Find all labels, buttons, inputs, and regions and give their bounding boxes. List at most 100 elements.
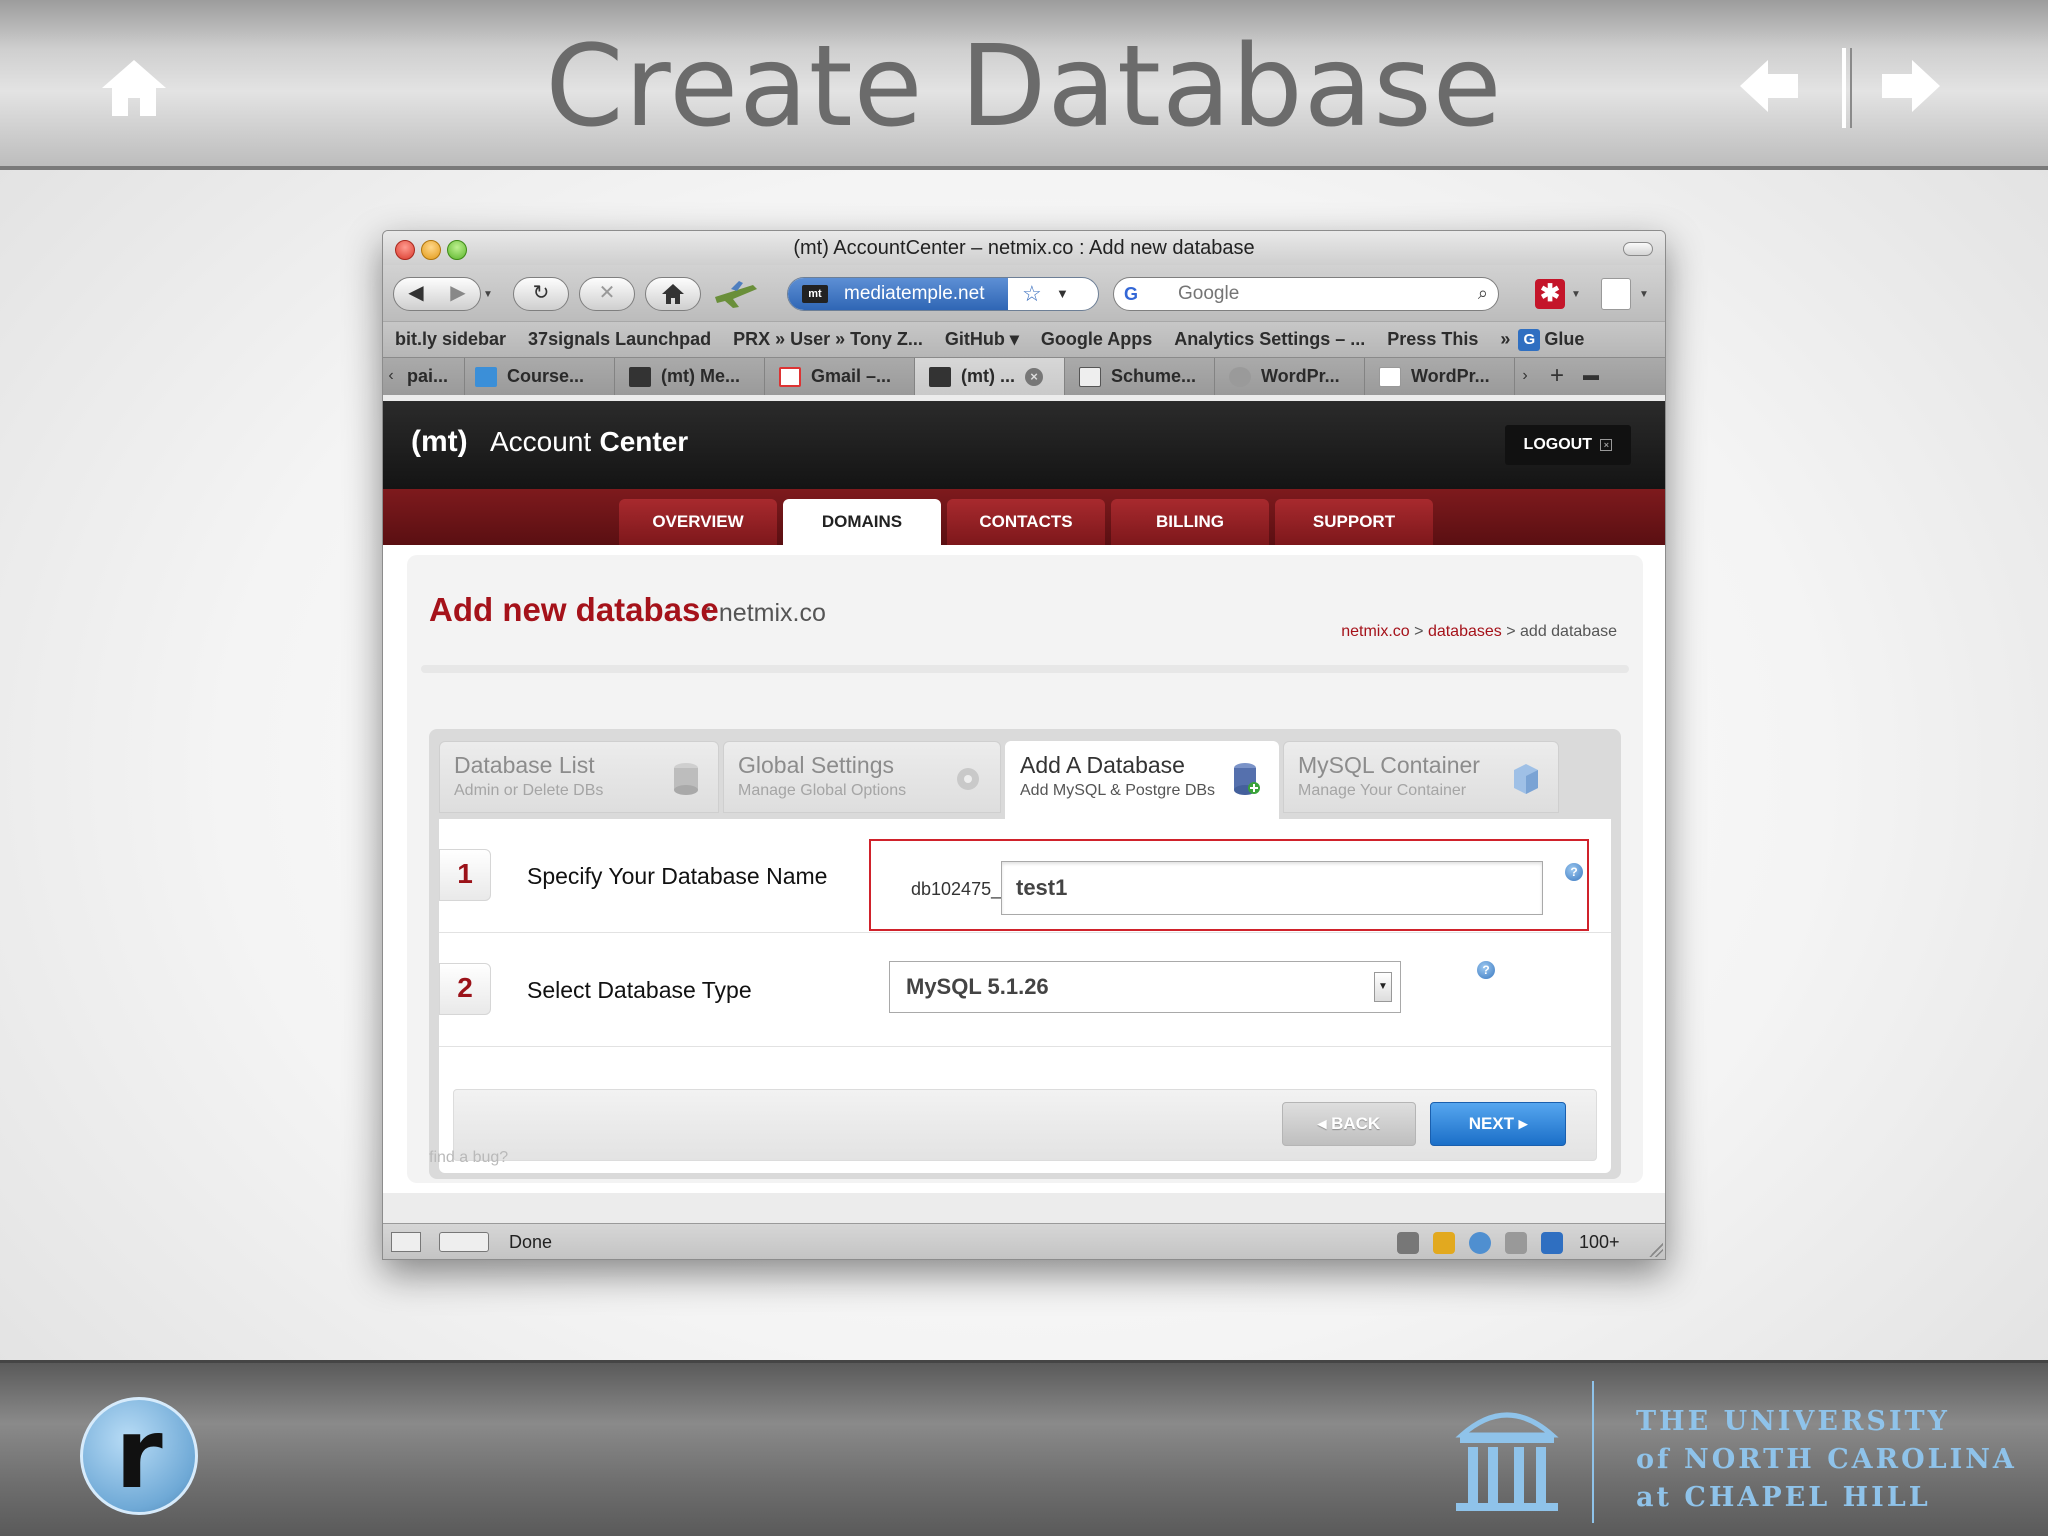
bookmark-item[interactable]: bit.ly sidebar [395,329,506,350]
bookmark-item[interactable]: PRX » User » Tony Z... [733,329,923,350]
breadcrumb-domain-link[interactable]: netmix.co [1341,623,1409,640]
next-arrow-icon: ▸ [1514,1114,1528,1133]
subtab-global-settings[interactable]: Global Settings Manage Global Options [723,741,1001,813]
back-icon[interactable]: ◀ [395,278,437,309]
plug-icon[interactable] [1505,1232,1527,1254]
status-bar: Done 100+ [383,1223,1665,1259]
nav-tab-contacts[interactable]: CONTACTS [947,499,1105,545]
next-button[interactable]: NEXT ▸ [1430,1102,1566,1146]
toolbar-toggle-button[interactable] [1623,242,1653,256]
search-input[interactable] [1178,278,1458,310]
back-button[interactable]: ◂ BACK [1282,1102,1416,1146]
previous-slide-icon[interactable] [1740,60,1800,112]
browser-tab[interactable]: Gmail –... [765,358,915,395]
tabs-scroll-left-icon[interactable]: ‹ [383,358,399,395]
container-icon [1514,764,1538,794]
bookmark-item[interactable]: Analytics Settings – ... [1174,329,1365,350]
back-forward-control: ◀ ▶ [393,277,481,311]
bookmark-item[interactable]: Press This [1387,329,1478,350]
gear-icon [957,768,979,790]
browser-tab[interactable]: WordPr... [1215,358,1365,395]
reload-icon: ↻ [532,282,550,304]
bookmark-item[interactable]: 37signals Launchpad [528,329,711,350]
asterisk-addon-icon[interactable]: ✱ [1535,279,1565,309]
new-tab-icon[interactable]: + [1543,358,1571,395]
gmail-icon [779,367,801,388]
breadcrumb-current: add database [1520,623,1617,640]
bookmarks-bar: bit.ly sidebar 37signals Launchpad PRX »… [383,321,1665,357]
tab-list-icon[interactable]: ▬ [1577,358,1605,395]
database-list-icon [674,763,698,795]
account-center-logo[interactable]: (mt) Account Center [411,425,688,459]
bookmark-item[interactable]: Google Apps [1041,329,1152,350]
globe-icon[interactable] [1469,1232,1491,1254]
database-type-select[interactable]: MySQL 5.1.26 ▼ [889,961,1401,1013]
url-dropdown-icon[interactable]: ▼ [1056,286,1069,301]
reload-button[interactable]: ↻ [513,277,569,311]
glue-status-icon[interactable] [1541,1232,1563,1254]
page-title: Add new database [429,591,719,628]
browser-tab[interactable]: pai... [401,358,465,395]
subtab-mysql-container[interactable]: MySQL Container Manage Your Container [1283,741,1559,813]
database-prefix: db102475_ [911,879,1002,899]
nav-tab-billing[interactable]: BILLING [1111,499,1269,545]
nav-tab-support[interactable]: SUPPORT [1275,499,1433,545]
bookmark-glue[interactable]: G Glue [1518,328,1584,351]
page-icon [1379,367,1401,388]
subtab-add-database[interactable]: Add A Database Add MySQL & Postgre DBs [1005,741,1279,823]
history-dropdown-icon[interactable]: ▼ [483,289,493,300]
status-text: Done [509,1232,553,1252]
unc-line: of NORTH CAROLINA [1636,1444,2017,1475]
bookmark-star-icon[interactable]: ☆ [1022,281,1042,307]
back-label: BACK [1331,1114,1381,1133]
form-action-bar: ◂ BACK NEXT ▸ [453,1089,1597,1161]
breadcrumb-databases-link[interactable]: databases [1428,623,1502,640]
notes-dropdown-icon[interactable]: ▼ [1639,289,1649,300]
bookmark-item[interactable]: GitHub ▾ [945,329,1019,350]
title-divider [421,665,1629,673]
browser-tab-active[interactable]: (mt) ... × [915,358,1065,395]
nav-tab-overview[interactable]: OVERVIEW [619,499,777,545]
subtab-database-list[interactable]: Database List Admin or Delete DBs [439,741,719,813]
notes-icon[interactable] [1601,278,1631,310]
find-bug-link[interactable]: find a bug? [429,1149,508,1167]
magnifier-icon[interactable]: ⌕ [1478,283,1488,304]
form-row-database-name: 1 Specify Your Database Name db102475_ ? [439,819,1611,933]
window-title: (mt) AccountCenter – netmix.co : Add new… [793,237,1255,259]
sidebar-toggle-icon[interactable] [391,1232,421,1252]
browser-home-button[interactable] [645,277,701,311]
google-engine-icon[interactable]: G [1124,284,1150,306]
addon-dropdown-icon[interactable]: ▼ [1571,289,1581,300]
lock-icon[interactable] [1397,1232,1419,1254]
address-bar[interactable]: mt mediatemple.net ☆ ▼ [787,277,1099,311]
resize-grip-icon[interactable] [1649,1243,1663,1257]
browser-tab[interactable]: (mt) Me... [615,358,765,395]
glue-icon: G [1518,328,1541,351]
browser-tab[interactable]: Schume... [1065,358,1215,395]
tabs-scroll-right-icon[interactable]: › [1517,358,1533,395]
close-tab-icon[interactable]: × [1025,368,1043,387]
tab-label: Gmail –... [811,366,892,386]
site-identity-button[interactable]: mt mediatemple.net [788,278,1008,310]
mt-favicon-icon: mt [802,285,828,303]
browser-tab[interactable]: WordPr... [1365,358,1515,395]
help-icon[interactable]: ? [1477,961,1495,979]
mt-favicon-icon [929,367,951,388]
database-name-input[interactable] [1001,861,1543,915]
tab-label: (mt) Me... [661,366,740,386]
logout-button[interactable]: LOGOUT × [1505,425,1631,465]
browser-toolbar: ◀▶ ▼ ↻ ✕ mt mediatemple.net ☆ ▼ G ⌕ ✱ [383,265,1665,321]
forward-icon[interactable]: ▶ [437,278,479,309]
bookmarks-overflow-button[interactable]: » [1500,329,1510,350]
next-slide-icon[interactable] [1880,60,1940,112]
help-icon[interactable]: ? [1565,863,1583,881]
logout-x-icon: × [1600,438,1613,451]
plane-extension-icon[interactable] [713,279,757,309]
breadcrumb-separator: > [1409,623,1428,640]
stop-button[interactable]: ✕ [579,277,635,311]
nav-tab-domains[interactable]: DOMAINS [783,499,941,545]
browser-tab[interactable]: Course... [465,358,615,395]
subtab-subtitle: Manage Global Options [738,782,907,799]
extension-icon[interactable] [1433,1232,1455,1254]
tools-dropdown-icon[interactable] [439,1232,489,1252]
